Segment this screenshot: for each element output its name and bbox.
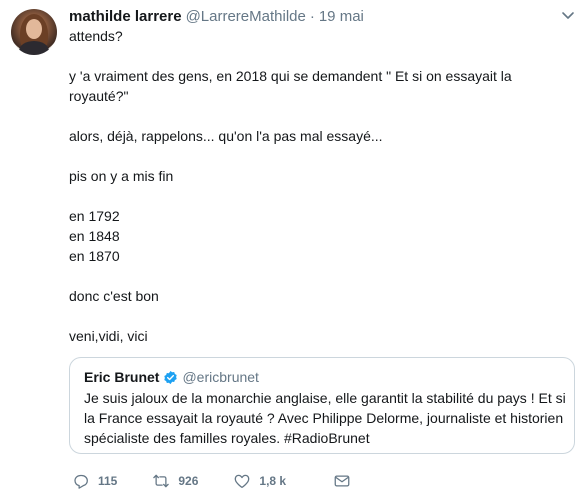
retweet-count: 926 bbox=[178, 474, 199, 488]
tweet[interactable]: mathilde larrere @LarrereMathilde · 19 m… bbox=[0, 0, 586, 497]
quoted-tweet-header: Eric Brunet @ericbrunet bbox=[84, 369, 259, 385]
quoted-author-handle: @ericbrunet bbox=[182, 369, 259, 385]
like-button[interactable]: 1,8 k bbox=[233, 472, 286, 490]
avatar[interactable] bbox=[11, 9, 57, 55]
tweet-paragraph: y 'a vraiment des gens, en 2018 qui se d… bbox=[69, 68, 516, 104]
tweet-paragraph: attends? bbox=[69, 28, 123, 44]
mail-icon bbox=[334, 475, 350, 487]
avatar-face bbox=[26, 19, 42, 39]
quoted-author-name: Eric Brunet bbox=[84, 369, 160, 385]
chevron-down-icon[interactable] bbox=[561, 11, 575, 21]
heart-icon bbox=[235, 474, 250, 489]
direct-message-button[interactable] bbox=[333, 472, 351, 490]
quoted-tweet[interactable]: Eric Brunet @ericbrunet Je suis jaloux d… bbox=[69, 357, 575, 454]
author-name[interactable]: mathilde larrere bbox=[69, 8, 182, 25]
verified-badge-icon bbox=[164, 370, 178, 384]
retweet-button[interactable]: 926 bbox=[152, 472, 198, 490]
header-separator: · bbox=[309, 8, 315, 25]
quoted-tweet-text: Je suis jaloux de la monarchie anglaise,… bbox=[84, 390, 566, 446]
tweet-paragraph: en 1792 en 1848 en 1870 bbox=[69, 208, 120, 264]
tweet-text: attends? y 'a vraiment des gens, en 2018… bbox=[69, 26, 574, 346]
retweet-icon bbox=[153, 474, 170, 488]
tweet-actions: 115 926 1,8 k bbox=[72, 471, 386, 491]
author-handle[interactable]: @LarrereMathilde bbox=[186, 8, 306, 25]
reply-count: 115 bbox=[98, 474, 118, 488]
like-count: 1,8 k bbox=[259, 474, 287, 488]
tweet-paragraph: alors, déjà, rappelons... qu'on l'a pas … bbox=[69, 128, 383, 144]
avatar-body bbox=[19, 41, 49, 55]
tweet-paragraph: pis on y a mis fin bbox=[69, 168, 174, 184]
reply-button[interactable]: 115 bbox=[72, 472, 117, 490]
tweet-paragraph: veni,vidi, vici bbox=[69, 328, 148, 344]
tweet-header: mathilde larrere @LarrereMathilde · 19 m… bbox=[69, 8, 364, 28]
reply-icon bbox=[74, 474, 88, 489]
tweet-date[interactable]: 19 mai bbox=[319, 8, 364, 25]
tweet-paragraph: donc c'est bon bbox=[69, 288, 159, 304]
